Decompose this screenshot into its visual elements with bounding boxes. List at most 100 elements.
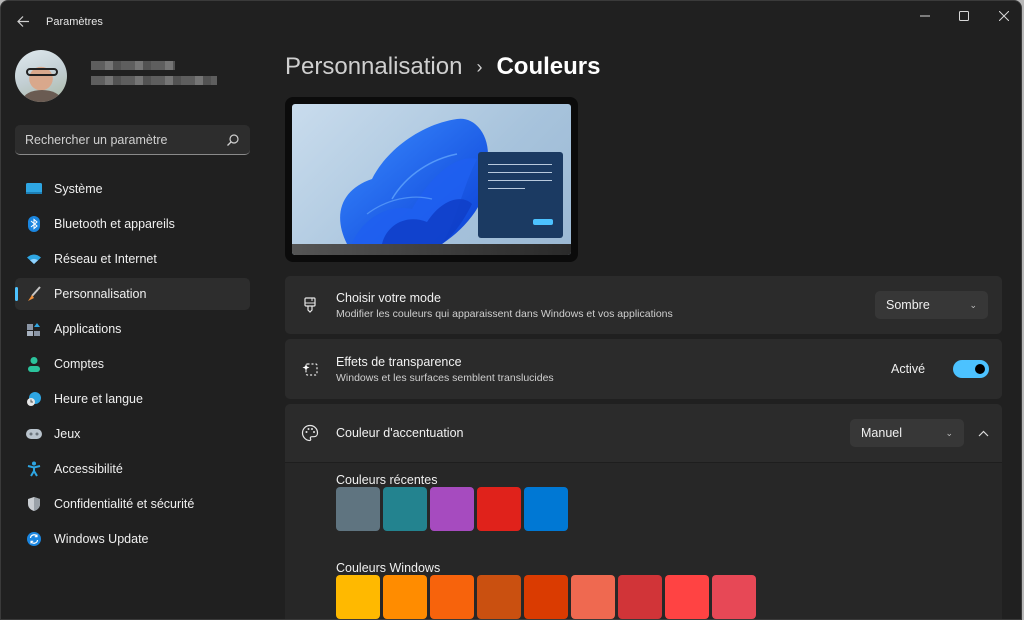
accessibility-icon (26, 461, 42, 477)
sidebar-item-label: Réseau et Internet (54, 252, 157, 266)
preview-app-window (478, 152, 563, 238)
close-icon (999, 11, 1009, 21)
windows-color-swatch[interactable] (571, 575, 615, 619)
theme-preview (285, 97, 578, 262)
windows-color-swatch[interactable] (618, 575, 662, 619)
user-name-blurred (91, 61, 175, 70)
sidebar-item-personnalisation[interactable]: Personnalisation (15, 278, 250, 310)
transparency-state-label: Activé (891, 362, 926, 376)
sidebar-item-label: Confidentialité et sécurité (54, 497, 195, 511)
mode-title: Choisir votre mode (336, 290, 441, 305)
windows-color-swatch[interactable] (336, 575, 380, 619)
monitor-icon (26, 181, 42, 197)
transparency-toggle[interactable] (953, 360, 989, 378)
person-icon (26, 356, 42, 372)
windows-colors-row (336, 575, 759, 619)
windows-color-swatch[interactable] (383, 575, 427, 619)
sidebar-item-systeme[interactable]: Système (15, 173, 250, 205)
paintbrush-icon (26, 286, 42, 302)
mode-subtitle: Modifier les couleurs qui apparaissent d… (336, 307, 673, 320)
windows-color-swatch[interactable] (524, 575, 568, 619)
avatar (15, 50, 67, 102)
minimize-icon (920, 15, 930, 17)
close-button[interactable] (987, 5, 1021, 27)
chevron-down-icon: ⌄ (969, 299, 977, 310)
collapse-button[interactable] (973, 421, 993, 445)
sidebar-item-confidentialite[interactable]: Confidentialité et sécurité (15, 488, 250, 520)
recent-color-swatch[interactable] (430, 487, 474, 531)
windows-colors-label: Couleurs Windows (336, 561, 441, 575)
app-title: Paramètres (46, 16, 103, 28)
breadcrumb: Personnalisation › Couleurs (285, 53, 600, 81)
sidebar-item-windows-update[interactable]: Windows Update (15, 523, 250, 555)
update-icon (26, 531, 42, 547)
sidebar-item-label: Windows Update (54, 532, 149, 546)
sidebar-item-label: Accessibilité (54, 462, 123, 476)
clock-globe-icon (26, 391, 42, 407)
accent-dropdown-value: Manuel (861, 426, 902, 440)
paint-bucket-icon (300, 295, 320, 315)
search-input[interactable] (25, 132, 226, 147)
sidebar-item-label: Heure et langue (54, 392, 143, 406)
sidebar-item-heure[interactable]: Heure et langue (15, 383, 250, 415)
recent-color-swatch[interactable] (336, 487, 380, 531)
settings-window: Paramètres Système Bluetoo (0, 0, 1022, 620)
sidebar-item-label: Bluetooth et appareils (54, 217, 175, 231)
windows-color-swatch[interactable] (712, 575, 756, 619)
transparency-setting-card: Effets de transparence Windows et les su… (285, 339, 1002, 399)
breadcrumb-separator: › (476, 56, 483, 77)
mode-setting-card: Choisir votre mode Modifier les couleurs… (285, 276, 1002, 334)
search-icon[interactable] (226, 133, 240, 147)
windows-color-swatch[interactable] (477, 575, 521, 619)
sidebar-item-label: Système (54, 182, 103, 196)
title-bar: Paramètres (1, 1, 1021, 41)
breadcrumb-parent[interactable]: Personnalisation (285, 53, 462, 81)
gamepad-icon (26, 426, 42, 442)
transparency-effect-icon (300, 359, 320, 379)
preview-wallpaper (292, 104, 571, 255)
sidebar-item-jeux[interactable]: Jeux (15, 418, 250, 450)
maximize-button[interactable] (947, 5, 981, 27)
search-box[interactable] (15, 125, 250, 155)
recent-colors-row (336, 487, 571, 531)
sidebar-item-comptes[interactable]: Comptes (15, 348, 250, 380)
account-info-blurred (91, 61, 217, 91)
page-title: Couleurs (496, 53, 601, 80)
mode-dropdown-value: Sombre (886, 298, 930, 312)
minimize-button[interactable] (908, 5, 942, 27)
sidebar-nav: Système Bluetooth et appareils Réseau et… (15, 173, 250, 558)
windows-color-swatch[interactable] (430, 575, 474, 619)
transparency-title: Effets de transparence (336, 354, 462, 369)
sidebar-item-accessibilite[interactable]: Accessibilité (15, 453, 250, 485)
recent-color-swatch[interactable] (383, 487, 427, 531)
chevron-up-icon (978, 430, 988, 436)
sidebar-item-label: Applications (54, 322, 122, 336)
user-profile[interactable] (15, 50, 217, 102)
mode-dropdown[interactable]: Sombre ⌄ (875, 291, 988, 319)
palette-icon (300, 423, 320, 443)
sidebar-item-applications[interactable]: Applications (15, 313, 250, 345)
preview-taskbar (292, 244, 571, 255)
sidebar-item-label: Personnalisation (54, 287, 147, 301)
sidebar-item-label: Jeux (54, 427, 81, 441)
maximize-icon (959, 11, 969, 21)
accent-color-panel: Couleurs récentes Couleurs Windows (285, 462, 1002, 619)
shield-icon (26, 496, 42, 512)
accent-color-card[interactable]: Couleur d'accentuation Manuel ⌄ (285, 404, 1002, 462)
recent-color-swatch[interactable] (477, 487, 521, 531)
recent-color-swatch[interactable] (524, 487, 568, 531)
chevron-down-icon: ⌄ (945, 427, 953, 438)
wifi-icon (26, 251, 42, 267)
back-button[interactable] (13, 11, 33, 31)
windows-color-swatch[interactable] (665, 575, 709, 619)
transparency-subtitle: Windows et les surfaces semblent translu… (336, 371, 554, 384)
apps-icon (26, 321, 42, 337)
user-email-blurred (91, 76, 217, 85)
sidebar-item-label: Comptes (54, 357, 105, 371)
sidebar-item-reseau[interactable]: Réseau et Internet (15, 243, 250, 275)
bluetooth-icon (26, 216, 42, 232)
accent-title: Couleur d'accentuation (336, 426, 464, 440)
accent-dropdown[interactable]: Manuel ⌄ (850, 419, 964, 447)
recent-colors-label: Couleurs récentes (336, 473, 438, 487)
sidebar-item-bluetooth[interactable]: Bluetooth et appareils (15, 208, 250, 240)
